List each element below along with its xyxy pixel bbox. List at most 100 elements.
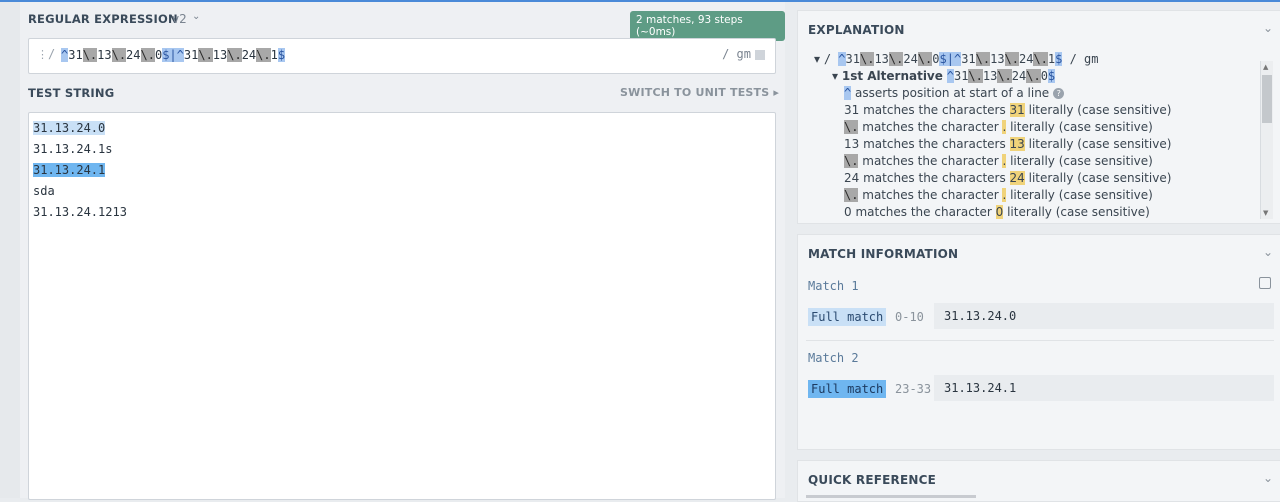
regex-token: \. — [888, 52, 904, 66]
explanation-text: literally (case sensitive) — [1006, 120, 1153, 134]
explanation-text: matches the character — [858, 154, 1003, 168]
match-range: 0-10 — [895, 310, 924, 324]
regex-input[interactable]: ⋮ / ^31\.13\.24\.0$|^31\.13\.24\.1$ / gm — [28, 38, 776, 74]
explanation-text: matches the characters — [859, 137, 1010, 151]
scroll-down-icon[interactable]: ▼ — [1263, 209, 1268, 217]
regex-token: 0 — [1040, 69, 1048, 83]
chevron-down-icon[interactable]: ⌄ — [1263, 245, 1273, 259]
match-summary-badge: 2 matches, 93 steps (~0ms) — [630, 11, 785, 41]
regex-token: ^ — [946, 69, 954, 83]
explanation-row: 24 matches the characters 24 literally (… — [844, 170, 1171, 187]
drag-handle-icon[interactable]: ⋮ — [37, 48, 48, 61]
regex-token: 24 — [126, 48, 141, 62]
chevron-down-icon[interactable]: ⌄ — [1263, 21, 1273, 35]
regex-token: 13 — [990, 52, 1005, 66]
match-range: 23-33 — [895, 382, 932, 396]
regex-token: \. — [227, 48, 242, 62]
regex-token: $ — [1047, 69, 1056, 83]
test-string-input[interactable]: 31.13.24.0 31.13.24.1s 31.13.24.1 sda 31… — [28, 112, 776, 500]
explanation-text: matches the character — [858, 188, 1003, 202]
regex-token: 24 — [903, 52, 918, 66]
regex-token: \. — [975, 52, 991, 66]
test-string-title: TEST STRING — [28, 86, 115, 100]
scroll-up-icon[interactable]: ▲ — [1263, 63, 1268, 71]
match-label: Match 1 — [808, 279, 859, 293]
full-match-tag: Full match — [808, 308, 887, 326]
explanation-row: 0 matches the character 0 literally (cas… — [844, 204, 1150, 221]
explanation-text: matches the characters — [859, 103, 1010, 117]
explanation-token: \. — [844, 188, 859, 202]
test-line: sda — [33, 184, 55, 198]
regex-token: 13 — [874, 52, 889, 66]
regex-token: 13 — [982, 69, 998, 83]
regex-token: 31 — [183, 48, 199, 62]
test-line: 31.13.24.1213 — [33, 205, 127, 219]
regex-token: | — [946, 52, 954, 66]
flavor-version[interactable]: v2 — [172, 12, 187, 26]
scroll-thumb[interactable] — [1262, 75, 1272, 123]
explanation-text: matches the characters — [859, 171, 1010, 185]
regex-pattern[interactable]: ^31\.13\.24\.0$|^31\.13\.24\.1$ — [61, 48, 286, 62]
quick-reference-panel: QUICK REFERENCE ⌄ — [797, 460, 1280, 502]
explanation-scrollbar[interactable]: ▲ ▼ — [1260, 61, 1273, 219]
match-value: 31.13.24.1 — [934, 375, 1274, 401]
help-icon[interactable]: ? — [1053, 88, 1065, 99]
match-highlight: 31.13.24.1 — [33, 163, 106, 177]
match-value: 31.13.24.0 — [934, 303, 1274, 329]
regex-token: 1 — [270, 48, 278, 62]
explanation-token: \. — [844, 154, 859, 168]
regex-token: ^ — [838, 52, 846, 66]
regex-token: \. — [917, 52, 933, 66]
match-information-title: MATCH INFORMATION — [808, 247, 959, 261]
regex-token: \. — [1026, 69, 1041, 83]
regex-token: 31 — [953, 69, 969, 83]
explanation-row: \. matches the character . literally (ca… — [844, 153, 1153, 170]
regex-flags[interactable]: / gm — [722, 47, 765, 61]
explanation-text: literally (case sensitive) — [1006, 154, 1153, 168]
regex-token: \. — [140, 48, 155, 62]
regex-token: $ — [277, 48, 286, 62]
test-line: 31.13.24.0 — [33, 120, 106, 136]
chevron-down-icon[interactable]: ⌄ — [192, 11, 200, 22]
regex-token: 13 — [212, 48, 228, 62]
explanation-root[interactable]: ▾ / ^31\.13\.24\.0$|^31\.13\.24\.1$ / gm — [814, 51, 1099, 68]
explanation-row: ^ asserts position at start of a line? — [844, 85, 1065, 102]
quick-reference-title: QUICK REFERENCE — [808, 473, 937, 487]
left-sidebar-rail — [0, 2, 21, 498]
regex-token: ^ — [176, 48, 184, 62]
regex-token: \. — [111, 48, 127, 62]
share-icon[interactable] — [1259, 277, 1271, 289]
explanation-alternative[interactable]: ▾ 1st Alternative ^31\.13\.24\.0$ — [832, 68, 1056, 85]
explanation-token: \. — [844, 120, 859, 134]
regex-token: | — [169, 48, 177, 62]
explanation-token: 31 — [844, 103, 860, 117]
editor-panel: REGULAR EXPRESSION v2 ⌄ 2 matches, 93 st… — [20, 2, 785, 500]
switch-to-unit-tests-link[interactable]: SWITCH TO UNIT TESTS ▸ — [620, 86, 779, 99]
match-information-panel: MATCH INFORMATION ⌄ Match 1 Full match 0… — [797, 234, 1280, 450]
regex-token: $ — [939, 52, 947, 66]
regex-token: \. — [859, 52, 875, 66]
regex-token: / — [823, 52, 839, 66]
explanation-text: matches the character — [858, 120, 1003, 134]
chevron-down-icon[interactable]: ⌄ — [1263, 471, 1273, 485]
regex-token: \. — [198, 48, 213, 62]
info-sidebar: EXPLANATION ⌄ ▾ / ^31\.13\.24\.0$|^31\.1… — [790, 2, 1280, 502]
test-line: 31.13.24.1 — [33, 162, 106, 178]
regex-token: 24 — [1011, 69, 1027, 83]
literal-highlight: 13 — [1009, 137, 1025, 151]
flag-icon[interactable] — [755, 49, 765, 60]
regex-token: 24 — [241, 48, 257, 62]
explanation-panel: EXPLANATION ⌄ ▾ / ^31\.13\.24\.0$|^31\.1… — [797, 10, 1280, 224]
divider — [806, 340, 1274, 341]
explanation-text: literally (case sensitive) — [1024, 171, 1172, 185]
explanation-token: 0 — [844, 205, 852, 219]
regex-token: / gm — [1062, 52, 1099, 66]
explanation-text: literally (case sensitive) — [1024, 103, 1172, 117]
match-highlight: 31.13.24.0 — [33, 121, 106, 135]
explanation-row: 31 matches the characters 31 literally (… — [844, 102, 1171, 119]
regex-token: \. — [256, 48, 271, 62]
regex-token: 31 — [845, 52, 860, 66]
regex-token: \. — [1033, 52, 1048, 66]
full-match-tag: Full match — [808, 380, 887, 398]
regex-token: \. — [1004, 52, 1019, 66]
